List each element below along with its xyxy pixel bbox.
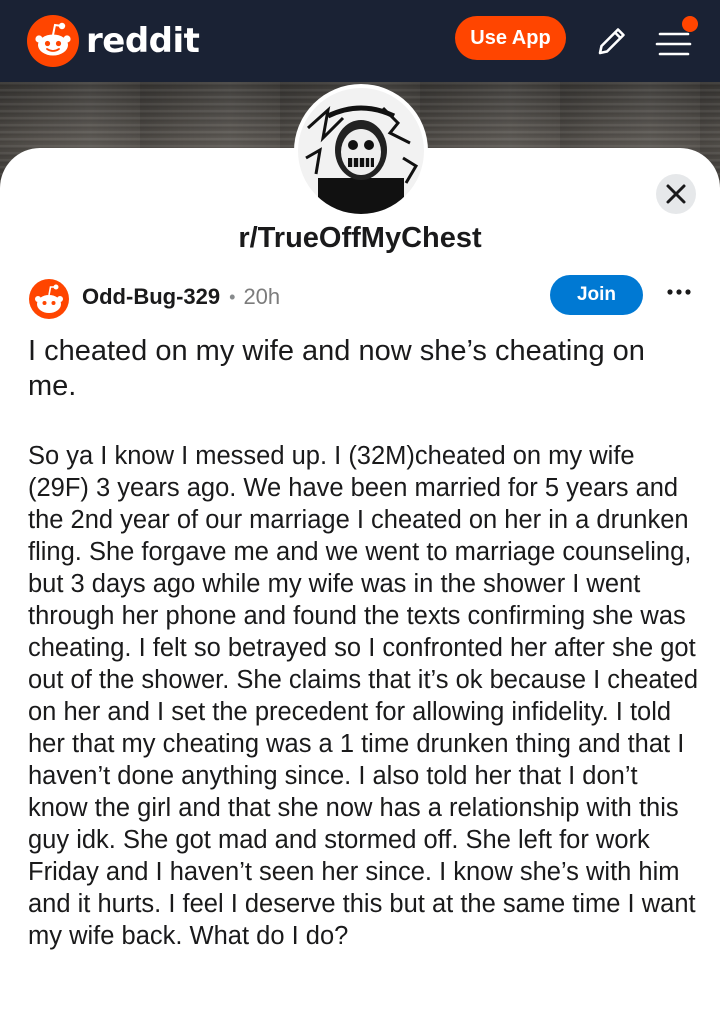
logo-text: reddit	[86, 21, 200, 61]
menu-icon	[655, 16, 698, 56]
post-meta: Odd-Bug-329 • 20h	[82, 284, 280, 310]
pencil-icon[interactable]	[591, 22, 631, 62]
close-button[interactable]	[656, 174, 696, 214]
reddit-logo[interactable]: reddit	[26, 14, 200, 68]
meta-separator: •	[229, 286, 236, 307]
community-avatar[interactable]	[298, 88, 424, 214]
top-bar: reddit Use App	[0, 0, 720, 82]
reddit-snoo-icon	[27, 15, 79, 67]
use-app-button[interactable]: Use App	[455, 16, 566, 60]
post-author[interactable]: Odd-Bug-329	[82, 284, 220, 310]
user-avatar[interactable]	[28, 278, 70, 320]
community-name[interactable]: r/TrueOffMyChest	[0, 222, 720, 255]
notification-dot-icon	[682, 16, 698, 32]
post-title[interactable]: I cheated on my wife and now she’s cheat…	[28, 334, 698, 404]
close-icon	[666, 184, 686, 204]
post-body: So ya I know I messed up. I (32M)cheated…	[28, 442, 699, 950]
post-age: 20h	[243, 284, 281, 309]
menu-button[interactable]	[652, 14, 704, 62]
community-avatar-image	[298, 88, 424, 214]
join-button[interactable]: Join	[550, 275, 643, 315]
more-options-icon[interactable]	[664, 282, 694, 302]
